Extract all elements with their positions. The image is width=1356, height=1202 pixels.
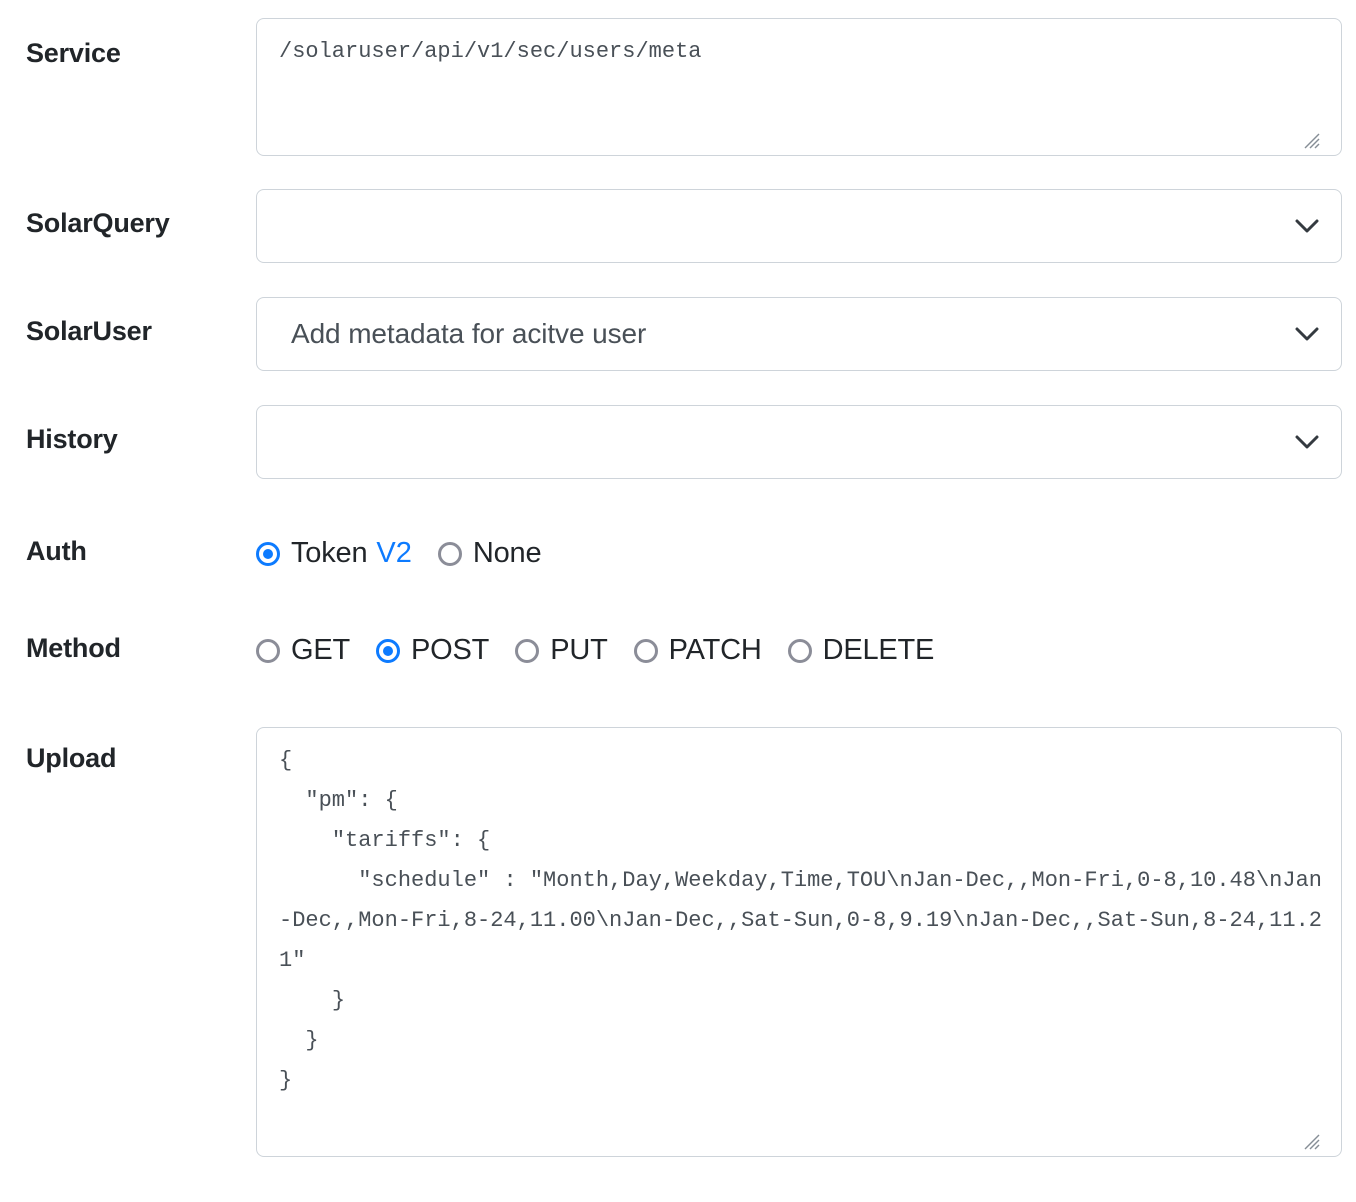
radio-indicator-put[interactable] [515, 638, 540, 663]
solaruser-selected-value: Add metadata for acitve user [291, 318, 647, 349]
radio-indicator-token[interactable] [256, 541, 280, 566]
radio-indicator-delete[interactable] [787, 638, 812, 663]
method-option-patch[interactable]: PATCH [633, 634, 762, 667]
solaruser-control: Add metadata for acitve user [256, 297, 1356, 371]
field-row-history: History [0, 405, 1356, 479]
solarquery-select[interactable] [256, 189, 1342, 263]
history-control [256, 405, 1356, 479]
method-option-post-label: POST [411, 634, 490, 666]
field-row-solarquery: SolarQuery [0, 189, 1356, 263]
field-row-method: Method GET POST PUT PATCH DELETE [0, 628, 1356, 667]
method-option-post[interactable]: POST [376, 634, 489, 667]
auth-option-token[interactable]: Token V2 [256, 537, 412, 570]
auth-option-token-label: Token [291, 537, 368, 569]
auth-control: Token V2 None [256, 531, 1356, 570]
auth-option-none[interactable]: None [437, 537, 542, 570]
method-option-patch-label: PATCH [668, 634, 762, 666]
auth-token-version-link[interactable]: V2 [376, 537, 411, 570]
method-label: Method [26, 633, 121, 663]
radio-indicator-none[interactable] [437, 541, 462, 566]
upload-label: Upload [26, 743, 117, 773]
field-row-upload: Upload { "pm": { "tariffs": { "schedule"… [0, 727, 1356, 1157]
service-control: /solaruser/api/v1/sec/users/meta [256, 18, 1356, 156]
auth-option-none-label: None [472, 537, 542, 569]
method-radio-group: GET POST PUT PATCH DELETE [256, 628, 1342, 667]
upload-control: { "pm": { "tariffs": { "schedule" : "Mon… [256, 727, 1356, 1157]
radio-indicator-patch[interactable] [633, 638, 658, 663]
chevron-down-icon [1295, 219, 1319, 233]
api-request-form: Service /solaruser/api/v1/sec/users/meta… [0, 18, 1356, 1157]
method-option-put[interactable]: PUT [515, 634, 608, 667]
chevron-down-icon [1295, 327, 1319, 341]
method-option-get[interactable]: GET [256, 634, 350, 667]
service-textarea[interactable]: /solaruser/api/v1/sec/users/meta [256, 18, 1342, 156]
radio-indicator-post[interactable] [376, 638, 401, 663]
method-option-get-label: GET [291, 634, 351, 666]
solaruser-label: SolarUser [26, 316, 152, 346]
history-label: History [26, 424, 118, 454]
method-control: GET POST PUT PATCH DELETE [256, 628, 1356, 667]
method-option-delete[interactable]: DELETE [787, 634, 935, 667]
method-option-delete-label: DELETE [822, 634, 935, 666]
auth-radio-group: Token V2 None [256, 531, 1342, 570]
solarquery-label: SolarQuery [26, 208, 170, 238]
solarquery-control [256, 189, 1356, 263]
field-row-auth: Auth Token V2 None [0, 531, 1356, 570]
upload-textarea[interactable]: { "pm": { "tariffs": { "schedule" : "Mon… [256, 727, 1342, 1157]
chevron-down-icon [1295, 435, 1319, 449]
field-row-solaruser: SolarUser Add metadata for acitve user [0, 297, 1356, 371]
service-label: Service [26, 38, 121, 68]
method-option-put-label: PUT [550, 634, 608, 666]
solaruser-select[interactable]: Add metadata for acitve user [256, 297, 1342, 371]
auth-label: Auth [26, 536, 87, 566]
history-select[interactable] [256, 405, 1342, 479]
field-row-service: Service /solaruser/api/v1/sec/users/meta [0, 18, 1356, 156]
radio-indicator-get[interactable] [256, 638, 280, 663]
